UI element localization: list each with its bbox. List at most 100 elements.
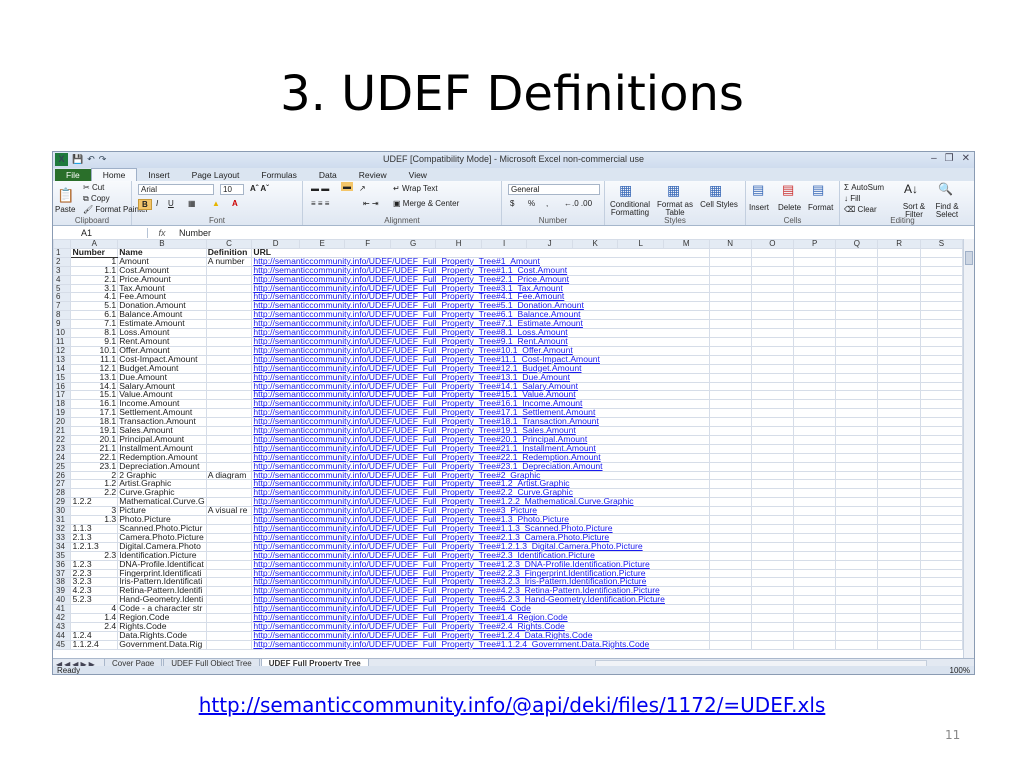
empty-cell[interactable]	[919, 488, 963, 499]
empty-cell[interactable]	[835, 577, 879, 588]
cell-a[interactable]: 1.2.4	[70, 630, 119, 641]
empty-cell[interactable]	[793, 639, 837, 650]
empty-cell[interactable]	[919, 613, 963, 623]
empty-cell[interactable]	[750, 274, 795, 285]
empty-cell[interactable]	[877, 541, 921, 552]
empty-cell[interactable]	[708, 336, 752, 347]
empty-cell[interactable]	[708, 408, 752, 419]
cell-c[interactable]	[205, 274, 253, 285]
cell-b[interactable]: Income.Amount	[117, 399, 207, 410]
empty-cell[interactable]	[708, 613, 752, 623]
row-header[interactable]: 1	[53, 247, 72, 258]
cell-c[interactable]	[205, 613, 253, 623]
cell-b[interactable]: Region.Code	[117, 613, 207, 623]
cell-a[interactable]: 1.1	[70, 265, 119, 276]
decimal-icon[interactable]: ←.0 .00	[564, 199, 592, 208]
empty-cell[interactable]	[750, 515, 795, 525]
empty-cell[interactable]	[708, 310, 752, 321]
cell-b[interactable]: Loss.Amount	[117, 328, 207, 338]
empty-cell[interactable]	[919, 328, 963, 338]
empty-cell[interactable]	[835, 497, 879, 508]
cell-a[interactable]: 9.1	[70, 336, 119, 347]
column-header-g[interactable]: G	[389, 239, 437, 249]
cell-b[interactable]: Photo.Picture	[117, 515, 207, 525]
empty-cell[interactable]	[877, 408, 921, 419]
empty-cell[interactable]	[793, 515, 837, 525]
autosum-button[interactable]: Σ AutoSum	[844, 183, 884, 192]
empty-cell[interactable]	[708, 256, 752, 267]
empty-cell[interactable]	[708, 301, 752, 312]
empty-cell[interactable]	[877, 345, 921, 356]
empty-cell[interactable]	[793, 541, 837, 552]
empty-cell[interactable]	[750, 336, 795, 347]
empty-cell[interactable]	[708, 292, 752, 303]
indent-icon[interactable]: ⇤ ⇥	[363, 199, 379, 208]
column-header-l[interactable]: L	[617, 239, 664, 249]
empty-cell[interactable]	[750, 328, 795, 338]
empty-cell[interactable]	[835, 639, 879, 650]
cell-a[interactable]: 1.1.3	[70, 524, 119, 534]
empty-cell[interactable]	[919, 497, 963, 508]
empty-cell[interactable]	[708, 488, 752, 499]
column-header-r[interactable]: R	[877, 239, 921, 249]
minimize-icon[interactable]: –	[931, 153, 937, 164]
restore-icon[interactable]: ❐	[945, 153, 954, 164]
empty-cell[interactable]	[708, 506, 752, 517]
empty-cell[interactable]	[835, 372, 879, 383]
tab-home[interactable]: Home	[90, 168, 138, 181]
cell-c[interactable]: Definition	[205, 247, 253, 258]
cell-c[interactable]	[205, 399, 253, 410]
empty-cell[interactable]	[835, 621, 879, 632]
empty-cell[interactable]	[835, 452, 879, 463]
tab-page-layout[interactable]: Page Layout	[181, 169, 251, 181]
empty-cell[interactable]	[793, 532, 837, 543]
empty-cell[interactable]	[877, 292, 921, 303]
empty-cell[interactable]	[877, 621, 921, 632]
empty-cell[interactable]	[877, 381, 921, 392]
cell-a[interactable]: 1.4	[70, 613, 119, 623]
cell-b[interactable]: Camera.Photo.Picture	[117, 532, 207, 543]
empty-cell[interactable]	[835, 247, 879, 258]
empty-cell[interactable]	[835, 613, 879, 623]
empty-cell[interactable]	[835, 363, 879, 374]
cell-b[interactable]: Value.Amount	[117, 390, 207, 401]
empty-cell[interactable]	[793, 630, 837, 641]
row-header[interactable]: 35	[53, 550, 72, 561]
cell-c[interactable]	[205, 488, 253, 499]
empty-cell[interactable]	[877, 399, 921, 410]
empty-cell[interactable]	[793, 613, 837, 623]
empty-cell[interactable]	[877, 639, 921, 650]
cell-b[interactable]: Code - a character str	[117, 604, 207, 615]
close-icon[interactable]: ✕	[962, 153, 970, 164]
cell-b[interactable]: Fee.Amount	[117, 292, 207, 303]
tab-formulas[interactable]: Formulas	[250, 169, 307, 181]
empty-cell[interactable]	[877, 577, 921, 588]
empty-cell[interactable]	[708, 417, 752, 428]
empty-cell[interactable]	[919, 363, 963, 374]
empty-cell[interactable]	[835, 559, 879, 570]
row-header[interactable]: 40	[53, 595, 72, 606]
row-header[interactable]: 37	[53, 568, 72, 579]
empty-cell[interactable]	[835, 417, 879, 428]
empty-cell[interactable]	[708, 363, 752, 374]
empty-cell[interactable]	[708, 550, 752, 561]
row-header[interactable]: 3	[53, 265, 72, 276]
empty-cell[interactable]	[919, 595, 963, 606]
cell-b[interactable]: Digital.Camera.Photo	[117, 541, 207, 552]
cell-c[interactable]	[205, 408, 253, 419]
empty-cell[interactable]	[793, 524, 837, 534]
underline-button[interactable]: U	[168, 199, 174, 208]
empty-cell[interactable]	[750, 292, 795, 303]
cell-a[interactable]: 8.1	[70, 328, 119, 338]
row-header[interactable]: 17	[53, 390, 72, 401]
empty-cell[interactable]	[919, 586, 963, 597]
cell-c[interactable]	[205, 301, 253, 312]
empty-cell[interactable]	[919, 274, 963, 285]
empty-cell[interactable]	[877, 452, 921, 463]
empty-cell[interactable]	[835, 532, 879, 543]
empty-cell[interactable]	[877, 479, 921, 490]
cell-a[interactable]: 15.1	[70, 390, 119, 401]
cell-b[interactable]: Name	[117, 247, 207, 258]
empty-cell[interactable]	[793, 559, 837, 570]
empty-cell[interactable]	[708, 247, 752, 258]
